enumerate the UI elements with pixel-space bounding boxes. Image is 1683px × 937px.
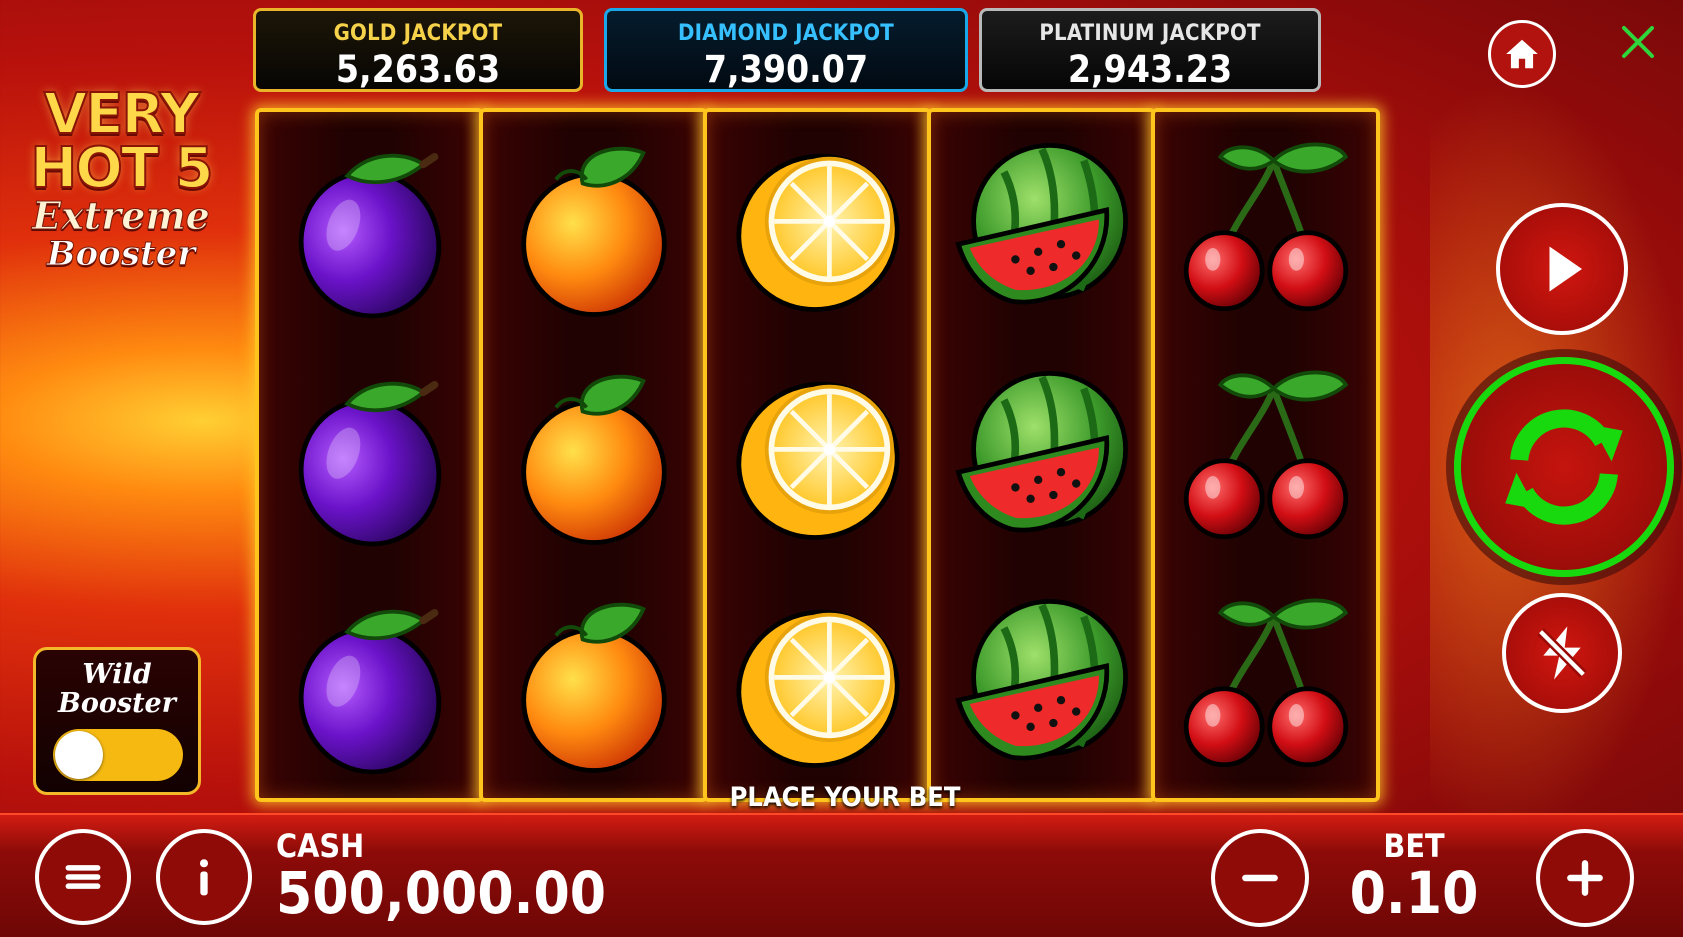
diamond-jackpot: DIAMOND JACKPOT 7,390.07 <box>604 8 968 92</box>
plum-symbol <box>259 571 480 799</box>
orange-symbol <box>483 115 704 343</box>
home-icon <box>1506 39 1538 69</box>
decrease-bet-button[interactable] <box>1211 829 1309 927</box>
plum-symbol <box>259 115 480 343</box>
orange-symbol <box>483 343 704 571</box>
gold-jackpot-value: 5,263.63 <box>335 48 501 91</box>
watermelon-symbol <box>931 343 1152 571</box>
wild-booster-panel: Wild Booster <box>33 647 201 795</box>
reel-3 <box>703 108 932 802</box>
watermelon-symbol <box>931 571 1152 799</box>
diamond-jackpot-label: DIAMOND JACKPOT <box>678 21 894 46</box>
logo-line-hot5: HOT 5 <box>29 136 214 201</box>
status-message: PLACE YOUR BET <box>729 782 961 813</box>
play-icon <box>1549 246 1582 292</box>
cash-value: 500,000.00 <box>276 859 607 927</box>
platinum-jackpot: PLATINUM JACKPOT 2,943.23 <box>979 8 1321 92</box>
wild-booster-label-1: Wild <box>82 659 152 690</box>
logo-line-booster: Booster <box>46 234 196 274</box>
orange-symbol <box>483 571 704 799</box>
close-icon[interactable] <box>1618 22 1658 62</box>
autoplay-button[interactable] <box>1502 593 1622 713</box>
wild-booster-label-2: Booster <box>58 688 176 719</box>
platinum-jackpot-value: 2,943.23 <box>1067 48 1233 91</box>
game-logo: VERY HOT 5 Extreme Booster <box>14 82 228 274</box>
reel-2 <box>479 108 708 802</box>
gold-jackpot: GOLD JACKPOT 5,263.63 <box>253 8 583 92</box>
platinum-jackpot-label: PLATINUM JACKPOT <box>1039 21 1261 46</box>
home-button[interactable] <box>1488 20 1556 88</box>
increase-bet-button[interactable] <box>1536 829 1634 927</box>
lemon-symbol <box>707 571 928 799</box>
logo-line-very: VERY <box>43 82 201 147</box>
play-button[interactable] <box>1496 203 1628 335</box>
plus-icon <box>1567 860 1603 896</box>
reel-5 <box>1151 108 1380 802</box>
gold-jackpot-label: GOLD JACKPOT <box>333 21 503 46</box>
lemon-symbol <box>707 343 928 571</box>
menu-button[interactable] <box>35 829 131 925</box>
cherry-symbol <box>1155 343 1376 571</box>
plum-symbol <box>259 343 480 571</box>
spin-icon <box>1505 409 1623 525</box>
watermelon-symbol <box>931 115 1152 343</box>
bet-value: 0.10 <box>1349 859 1479 927</box>
info-button[interactable] <box>156 829 252 925</box>
minus-icon <box>1242 874 1278 882</box>
spin-button[interactable] <box>1454 357 1674 577</box>
lemon-symbol <box>707 115 928 343</box>
cherry-symbol <box>1155 115 1376 343</box>
logo-line-extreme: Extreme <box>32 193 211 238</box>
autoplay-off-icon <box>1537 626 1587 680</box>
reel-1 <box>255 108 484 802</box>
diamond-jackpot-value: 7,390.07 <box>703 48 869 91</box>
info-icon <box>199 859 209 896</box>
toggle-knob <box>55 731 103 779</box>
menu-icon <box>65 865 101 889</box>
reel-4 <box>927 108 1156 802</box>
cherry-symbol <box>1155 571 1376 799</box>
wild-booster-toggle[interactable] <box>53 729 183 781</box>
